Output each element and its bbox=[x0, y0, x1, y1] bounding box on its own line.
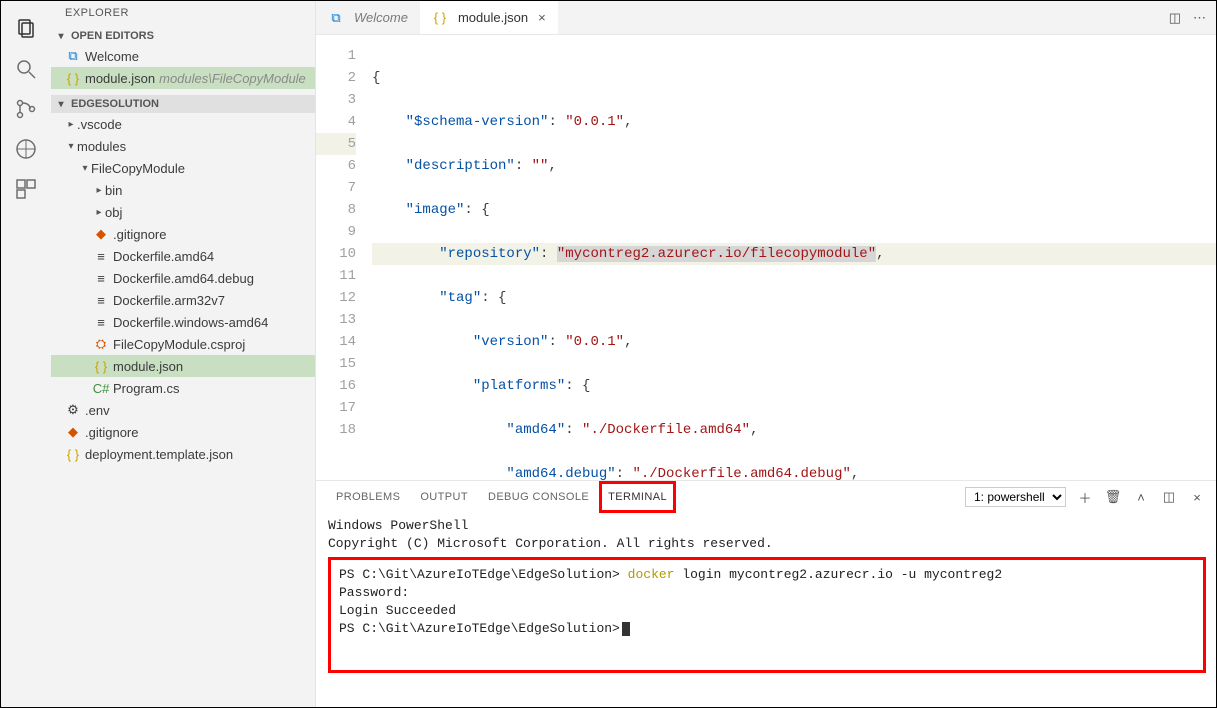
panel-tab-problems[interactable]: PROBLEMS bbox=[326, 481, 410, 513]
chevron-right-icon: ▸ bbox=[65, 119, 77, 130]
panel-maximize-icon[interactable]: ◫ bbox=[1160, 489, 1178, 505]
chevron-right-icon: ▸ bbox=[93, 207, 105, 218]
tab-welcome[interactable]: ⧉ Welcome bbox=[316, 1, 420, 34]
workspace-folder-header[interactable]: ▾ EDGESOLUTION bbox=[51, 95, 315, 113]
explorer-title: EXPLORER bbox=[51, 1, 315, 27]
extensions-activity-icon[interactable] bbox=[2, 169, 50, 209]
vscode-icon: ⧉ bbox=[328, 10, 344, 26]
json-icon: { } bbox=[65, 71, 81, 86]
tree-file[interactable]: ◆.gitignore bbox=[51, 223, 315, 245]
editor-tabs: ⧉ Welcome { } module.json × ◫ ⋯ bbox=[316, 1, 1216, 35]
tree-file[interactable]: C#Program.cs bbox=[51, 377, 315, 399]
tree-file[interactable]: ⛭FileCopyModule.csproj bbox=[51, 333, 315, 355]
file-icon: ≡ bbox=[93, 249, 109, 264]
tree-file[interactable]: ≡Dockerfile.amd64.debug bbox=[51, 267, 315, 289]
chevron-down-icon: ▾ bbox=[55, 99, 67, 110]
tree-file[interactable]: ⚙.env bbox=[51, 399, 315, 421]
tree-folder[interactable]: ▾modules bbox=[51, 135, 315, 157]
tree-file[interactable]: ≡Dockerfile.windows-amd64 bbox=[51, 311, 315, 333]
code-content[interactable]: { "$schema-version": "0.0.1", "descripti… bbox=[372, 35, 1216, 480]
terminal-line: Login Succeeded bbox=[339, 602, 1195, 620]
chevron-right-icon: ▸ bbox=[93, 185, 105, 196]
json-icon: { } bbox=[432, 10, 448, 25]
vscode-icon: ⧉ bbox=[65, 48, 81, 64]
gear-icon: ⚙ bbox=[65, 402, 81, 418]
panel-close-icon[interactable]: × bbox=[1188, 490, 1206, 505]
tree-folder[interactable]: ▸bin bbox=[51, 179, 315, 201]
tree-file[interactable]: { }module.json bbox=[51, 355, 315, 377]
panel-tab-output[interactable]: OUTPUT bbox=[410, 481, 478, 513]
bottom-panel: PROBLEMS OUTPUT DEBUG CONSOLE TERMINAL 1… bbox=[316, 480, 1216, 683]
more-icon[interactable]: ⋯ bbox=[1193, 10, 1206, 26]
chevron-down-icon: ▾ bbox=[79, 163, 91, 174]
tree-file[interactable]: ≡Dockerfile.amd64 bbox=[51, 245, 315, 267]
open-editor-item[interactable]: ⧉ Welcome bbox=[51, 45, 315, 67]
terminal-line: Windows PowerShell bbox=[328, 517, 1206, 535]
line-numbers: 1234 5 6789101112131415161718 bbox=[316, 35, 372, 480]
chevron-down-icon: ▾ bbox=[65, 141, 77, 152]
activity-bar bbox=[1, 1, 51, 707]
csharp-icon: C# bbox=[93, 381, 109, 396]
search-activity-icon[interactable] bbox=[2, 49, 50, 89]
git-icon: ◆ bbox=[65, 424, 81, 440]
open-editors-header[interactable]: ▾ OPEN EDITORS bbox=[51, 27, 315, 45]
open-editor-item[interactable]: { } module.json modules\FileCopyModule bbox=[51, 67, 315, 89]
explorer-sidebar: EXPLORER ▾ OPEN EDITORS ⧉ Welcome { } mo… bbox=[51, 1, 316, 707]
explorer-activity-icon[interactable] bbox=[2, 9, 50, 49]
kill-terminal-icon[interactable]: 🗑 bbox=[1104, 489, 1122, 505]
file-icon: ≡ bbox=[93, 315, 109, 330]
scm-activity-icon[interactable] bbox=[2, 89, 50, 129]
text-editor[interactable]: 1234 5 6789101112131415161718 { "$schema… bbox=[316, 35, 1216, 480]
tree-folder[interactable]: ▾FileCopyModule bbox=[51, 157, 315, 179]
json-icon: { } bbox=[93, 359, 109, 374]
file-icon: ≡ bbox=[93, 293, 109, 308]
panel-up-icon[interactable]: ˄ bbox=[1132, 490, 1150, 505]
split-editor-icon[interactable]: ◫ bbox=[1169, 10, 1181, 26]
terminal-select[interactable]: 1: powershell bbox=[965, 487, 1066, 507]
chevron-down-icon: ▾ bbox=[55, 31, 67, 42]
close-icon[interactable]: × bbox=[538, 10, 546, 25]
debug-activity-icon[interactable] bbox=[2, 129, 50, 169]
terminal-cursor bbox=[622, 622, 630, 636]
json-icon: { } bbox=[65, 447, 81, 462]
tab-module-json[interactable]: { } module.json × bbox=[420, 1, 558, 34]
terminal[interactable]: Windows PowerShell Copyright (C) Microso… bbox=[326, 513, 1206, 673]
terminal-line: Password: bbox=[339, 584, 1195, 602]
tree-file[interactable]: ◆.gitignore bbox=[51, 421, 315, 443]
new-terminal-icon[interactable]: ＋ bbox=[1076, 488, 1094, 507]
tree-folder[interactable]: ▸.vscode bbox=[51, 113, 315, 135]
csproj-icon: ⛭ bbox=[93, 336, 109, 352]
tree-file[interactable]: ≡Dockerfile.arm32v7 bbox=[51, 289, 315, 311]
panel-tab-terminal[interactable]: TERMINAL bbox=[599, 481, 676, 513]
git-icon: ◆ bbox=[93, 226, 109, 242]
terminal-line: PS C:\Git\AzureIoTEdge\EdgeSolution> bbox=[339, 620, 1195, 638]
tree-folder[interactable]: ▸obj bbox=[51, 201, 315, 223]
editor-group: ⧉ Welcome { } module.json × ◫ ⋯ 1234 5 6… bbox=[316, 1, 1216, 707]
highlighted-terminal-region: PS C:\Git\AzureIoTEdge\EdgeSolution> doc… bbox=[328, 557, 1206, 673]
terminal-line: PS C:\Git\AzureIoTEdge\EdgeSolution> doc… bbox=[339, 566, 1195, 584]
panel-tab-debug[interactable]: DEBUG CONSOLE bbox=[478, 481, 599, 513]
terminal-line: Copyright (C) Microsoft Corporation. All… bbox=[328, 535, 1206, 553]
tree-file[interactable]: { }deployment.template.json bbox=[51, 443, 315, 465]
file-icon: ≡ bbox=[93, 271, 109, 286]
